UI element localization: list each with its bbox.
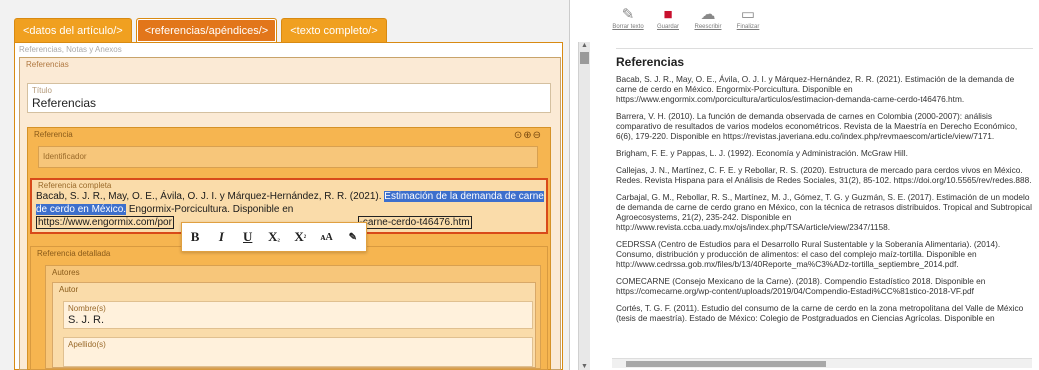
nombres-label: Nombre(s) (68, 304, 106, 313)
italic-button[interactable]: I (210, 226, 232, 248)
reescribir-label: Reescribir (694, 24, 722, 30)
referencia-detallada-group: Referencia detallada Autores Autor Nombr… (30, 246, 548, 370)
ref-text-plain-2: Engormix-Porcicultura. Disponible en (128, 204, 294, 215)
reference-entry: CEDRSSA (Centro de Estudios para el Desa… (616, 239, 1001, 269)
tab-datos-articulo[interactable]: <datos del artículo/> (14, 18, 132, 42)
format-toolbar: B I U X₂ X² ᴀA ✎ (181, 222, 367, 252)
add-remove-icons[interactable]: ⊙⊕⊖ (514, 130, 542, 141)
ref-url-end: -carne-cerdo-t46476.htm (357, 216, 472, 229)
subscript-button[interactable]: X₂ (263, 226, 285, 248)
underline-button[interactable]: U (237, 226, 259, 248)
apellidos-label: Apellido(s) (68, 340, 106, 349)
guardar-button[interactable]: ■ Guardar (652, 6, 684, 30)
editor-scrollbar[interactable]: ▲ ▼ (578, 42, 590, 370)
identificador-label: Identificador (43, 152, 87, 161)
save-icon: ■ (663, 6, 673, 23)
smallcaps-button[interactable]: ᴀA (316, 226, 338, 248)
guardar-label: Guardar (656, 24, 679, 30)
superscript-button[interactable]: X² (289, 226, 311, 248)
subscript-mark: ₂ (277, 232, 280, 242)
superscript-base: X (294, 229, 304, 244)
section-heading: Referencias, Notas y Anexos (19, 45, 122, 54)
borrar-texto-label: Borrar texto (612, 24, 644, 30)
ref-text-plain: Bacab, S. J. R., May, O. E., Ávila, O. J… (36, 191, 382, 202)
nombres-field[interactable]: Nombre(s) S. J. R. (63, 301, 533, 329)
preview-toolbar: ✎ Borrar texto ■ Guardar ☁ Reescribir ▭ … (612, 6, 764, 30)
references-preview: Referencias Bacab, S. J. R., May, O. E.,… (616, 48, 1033, 360)
referencia-label: Referencia (34, 130, 73, 139)
tab-texto-completo[interactable]: <texto completo/> (281, 18, 387, 42)
reference-entry: Carbajal, G. M., Rebollar, R. S., Martín… (616, 192, 1033, 232)
preview-scrollbar-thumb[interactable] (626, 361, 826, 367)
referencia-detallada-label: Referencia detallada (37, 249, 111, 258)
finalizar-button[interactable]: ▭ Finalizar (732, 6, 764, 30)
nombres-value: S. J. R. (68, 314, 105, 326)
autor-label: Autor (59, 285, 79, 294)
clear-format-icon[interactable]: ✎ (342, 226, 364, 248)
apellidos-field[interactable]: Apellido(s) (63, 337, 533, 367)
subscript-base: X (268, 229, 278, 244)
superscript-mark: ² (303, 232, 307, 242)
referencias-label: Referencias (26, 60, 69, 69)
document-icon: ▭ (740, 6, 756, 23)
autores-group: Autores Autor Nombre(s) S. J. R. Apellid… (45, 265, 541, 369)
identificador-field[interactable]: Identificador (38, 146, 538, 168)
eraser-icon: ✎ (621, 6, 635, 23)
finalizar-label: Finalizar (736, 24, 760, 30)
titulo-label: Título (32, 86, 53, 95)
reference-entry: COMECARNE (Consejo Mexicano de la Carne)… (616, 276, 986, 296)
ref-url-start: https://www.engormix.com/por (36, 216, 174, 229)
autores-label: Autores (52, 268, 80, 277)
editor-pane: <datos del artículo/> <referencias/apénd… (0, 0, 590, 370)
tab-bar: <datos del artículo/> <referencias/apénd… (14, 18, 387, 42)
cloud-icon: ☁ (700, 6, 716, 23)
titulo-value: Referencias (32, 96, 97, 110)
reference-entry: Cortés, T. G. F. (2011). Estudio del con… (616, 303, 1024, 323)
tab-referencias-apendices[interactable]: <referencias/apéndices/> (135, 18, 278, 42)
reference-entry: Callejas, J. N., Martínez, C. F. E. y Re… (616, 165, 1032, 185)
bold-button[interactable]: B (184, 226, 206, 248)
scroll-down-icon[interactable]: ▼ (581, 363, 588, 370)
referencia-completa-label: Referencia completa (38, 181, 112, 190)
reescribir-button[interactable]: ☁ Reescribir (692, 6, 724, 30)
reference-entry: Barrera, V. H. (2010). La función de dem… (616, 111, 1018, 141)
reference-entry: Brigham, F. E. y Pappas, L. J. (1992). E… (616, 148, 908, 158)
scroll-up-icon[interactable]: ▲ (581, 42, 588, 49)
preview-title: Referencias (616, 55, 685, 69)
titulo-field[interactable]: Título Referencias (27, 83, 551, 113)
preview-horizontal-scrollbar[interactable] (612, 358, 1032, 368)
preview-pane: ✎ Borrar texto ■ Guardar ☁ Reescribir ▭ … (600, 0, 1039, 370)
borrar-texto-button[interactable]: ✎ Borrar texto (612, 6, 644, 30)
reference-entry: Bacab, S. J. R., May, O. E., Ávila, O. J… (616, 74, 1015, 104)
scrollbar-thumb[interactable] (580, 52, 589, 64)
form-panel: Referencias, Notas y Anexos Referencias … (14, 42, 563, 370)
autor-group: Autor Nombre(s) S. J. R. Apellido(s) (52, 282, 536, 368)
